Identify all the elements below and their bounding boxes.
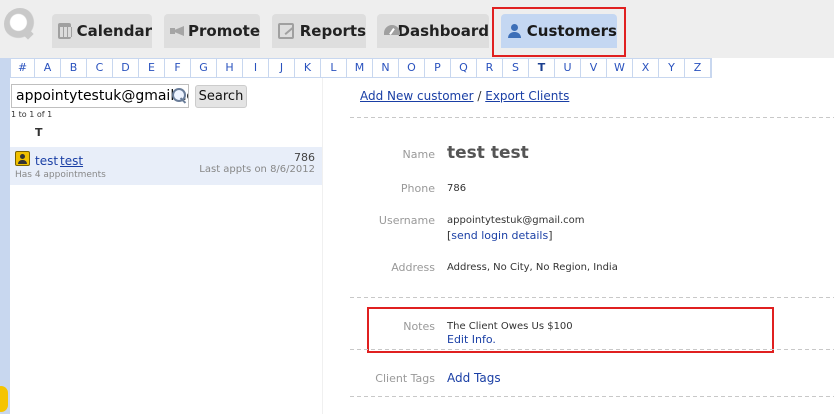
alpha-filter-letter[interactable]: L <box>321 59 347 77</box>
bracket-close: ] <box>548 229 553 242</box>
alpha-filter-letter[interactable]: D <box>113 59 139 77</box>
alpha-filter-letter[interactable]: R <box>477 59 503 77</box>
alpha-filter-letter[interactable]: F <box>165 59 191 77</box>
calendar-icon <box>58 23 74 39</box>
alpha-filter-letter[interactable]: N <box>373 59 399 77</box>
alpha-filter-letter[interactable]: I <box>243 59 269 77</box>
alpha-filter-letter[interactable]: P <box>425 59 451 77</box>
result-count: 1 to 1 of 1 <box>11 110 53 119</box>
search-icon[interactable] <box>171 87 188 104</box>
tab-calendar[interactable]: Calendar <box>52 14 152 48</box>
search-input[interactable] <box>11 84 189 108</box>
tab-reports-label: Reports <box>299 22 366 40</box>
name-label: Name <box>402 148 435 161</box>
address-value: Address, No City, No Region, India <box>447 262 618 273</box>
address-label: Address <box>391 261 435 274</box>
username-label: Username <box>378 214 435 227</box>
client-tags-label: Client Tags <box>375 372 435 385</box>
alpha-filter-letter[interactable]: W <box>607 59 633 77</box>
tab-reports[interactable]: Reports <box>272 14 366 48</box>
search-button[interactable]: Search <box>195 85 247 108</box>
alpha-filter-letter[interactable]: M <box>347 59 373 77</box>
actions-separator: / <box>477 89 482 103</box>
alpha-filter-letter[interactable]: Y <box>659 59 685 77</box>
alpha-filter-letter[interactable]: E <box>139 59 165 77</box>
customer-phone: 786 <box>294 151 315 164</box>
customer-name-value: test test <box>447 143 529 163</box>
divider <box>350 117 834 118</box>
alpha-filter-letter[interactable]: C <box>87 59 113 77</box>
column-divider <box>322 78 323 414</box>
alpha-filter-letter[interactable]: B <box>61 59 87 77</box>
tab-dashboard-label: Dashboard <box>397 22 489 40</box>
tab-promote-label: Promote <box>188 22 260 40</box>
phone-label: Phone <box>400 182 435 195</box>
alpha-filter-letter[interactable]: Q <box>451 59 477 77</box>
group-letter-heading: T <box>35 126 43 139</box>
customers-tab-highlight <box>492 7 626 57</box>
alphabet-filter: # A B C D E F G H I J K L M N O P Q R S T U V W X Y Z <box>10 58 712 78</box>
alpha-filter-letter[interactable]: G <box>191 59 217 77</box>
alpha-filter-letter[interactable]: Z <box>685 59 711 77</box>
tab-calendar-label: Calendar <box>76 22 152 40</box>
edit-report-icon <box>278 23 294 39</box>
username-value: appointytestuk@gmail.com <box>447 215 585 226</box>
tab-dashboard[interactable]: Dashboard <box>377 14 489 48</box>
alpha-filter-letter[interactable]: U <box>555 59 581 77</box>
customer-actions: Add New customer / Export Clients <box>360 89 569 103</box>
customer-last-appointment: Last appts on 8/6/2012 <box>199 164 315 175</box>
megaphone-icon <box>170 23 185 39</box>
send-login-wrapper: [send login details] <box>447 229 552 242</box>
alpha-filter-letter[interactable]: V <box>581 59 607 77</box>
export-clients-link[interactable]: Export Clients <box>485 89 569 103</box>
add-tags-link[interactable]: Add Tags <box>447 371 501 385</box>
notes-highlight <box>367 307 774 353</box>
top-nav: Calendar Promote Reports Dashboard Custo… <box>0 0 834 58</box>
divider <box>350 396 834 397</box>
alpha-filter-letter[interactable]: T <box>529 59 555 77</box>
alpha-filter-letter[interactable]: J <box>269 59 295 77</box>
help-tab-handle[interactable] <box>0 386 8 412</box>
customer-first-name[interactable]: test <box>35 154 58 168</box>
alpha-filter-letter[interactable]: H <box>217 59 243 77</box>
add-new-customer-link[interactable]: Add New customer <box>360 89 474 103</box>
customer-icon <box>15 151 30 166</box>
alpha-filter-letter[interactable]: O <box>399 59 425 77</box>
tab-promote[interactable]: Promote <box>164 14 260 48</box>
gauge-icon <box>383 23 400 39</box>
customer-appointments: Has 4 appointments <box>15 170 106 180</box>
alpha-filter-letter[interactable]: K <box>295 59 321 77</box>
left-rail <box>0 58 10 414</box>
send-login-details-link[interactable]: send login details <box>451 229 548 242</box>
phone-value: 786 <box>447 183 467 194</box>
divider <box>350 297 834 298</box>
alpha-filter-letter[interactable]: X <box>633 59 659 77</box>
divider <box>350 349 834 350</box>
customer-last-name-link[interactable]: test <box>60 154 83 168</box>
alpha-filter-letter[interactable]: S <box>503 59 529 77</box>
alpha-filter-letter[interactable]: # <box>11 59 35 77</box>
alpha-filter-letter[interactable]: A <box>35 59 61 77</box>
